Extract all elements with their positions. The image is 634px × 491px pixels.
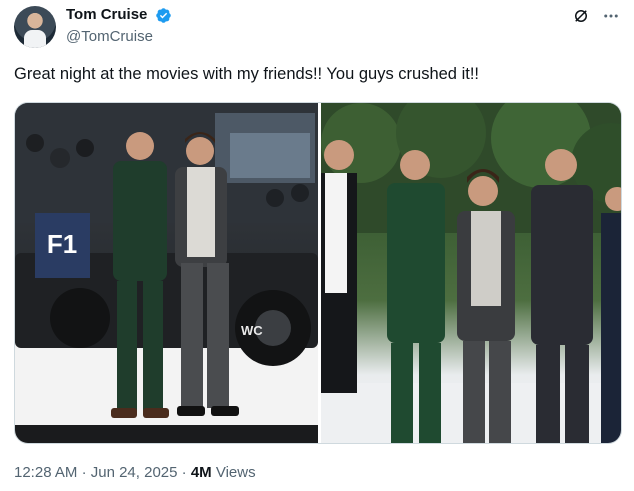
photo-premiere-car[interactable]: F1 WC	[15, 103, 318, 443]
grok-icon[interactable]	[572, 7, 590, 25]
tweet-media: F1 WC	[14, 102, 622, 444]
more-options-icon[interactable]	[602, 7, 620, 25]
verified-badge-icon	[156, 7, 171, 23]
photo-premiere-car-illustration: F1 WC	[15, 103, 318, 443]
tweet-text: Great night at the movies with my friend…	[14, 65, 479, 83]
views-label: Views	[215, 464, 256, 481]
tweet-header: Tom Cruise @TomCruise	[14, 6, 620, 50]
tweet-meta: 12:28 AM · Jun 24, 2025 · 4M Views	[14, 463, 256, 483]
author-display-name[interactable]: Tom Cruise	[66, 6, 147, 24]
meta-separator: ·	[181, 464, 187, 481]
photo-group-friends[interactable]	[321, 103, 621, 443]
tweet-time[interactable]: 12:28 AM	[14, 464, 77, 481]
author-avatar[interactable]	[14, 6, 56, 48]
photo-group-friends-illustration	[321, 103, 621, 443]
car-logo-text: F1	[47, 229, 77, 259]
author-info: Tom Cruise @TomCruise	[66, 6, 172, 47]
car-number-text: WC	[241, 323, 263, 338]
tweet-actions	[572, 6, 620, 26]
meta-separator: ·	[81, 464, 87, 481]
views-count: 4M	[190, 464, 212, 481]
tweet-date[interactable]: Jun 24, 2025	[91, 464, 178, 481]
author-handle[interactable]: @TomCruise	[66, 27, 172, 47]
